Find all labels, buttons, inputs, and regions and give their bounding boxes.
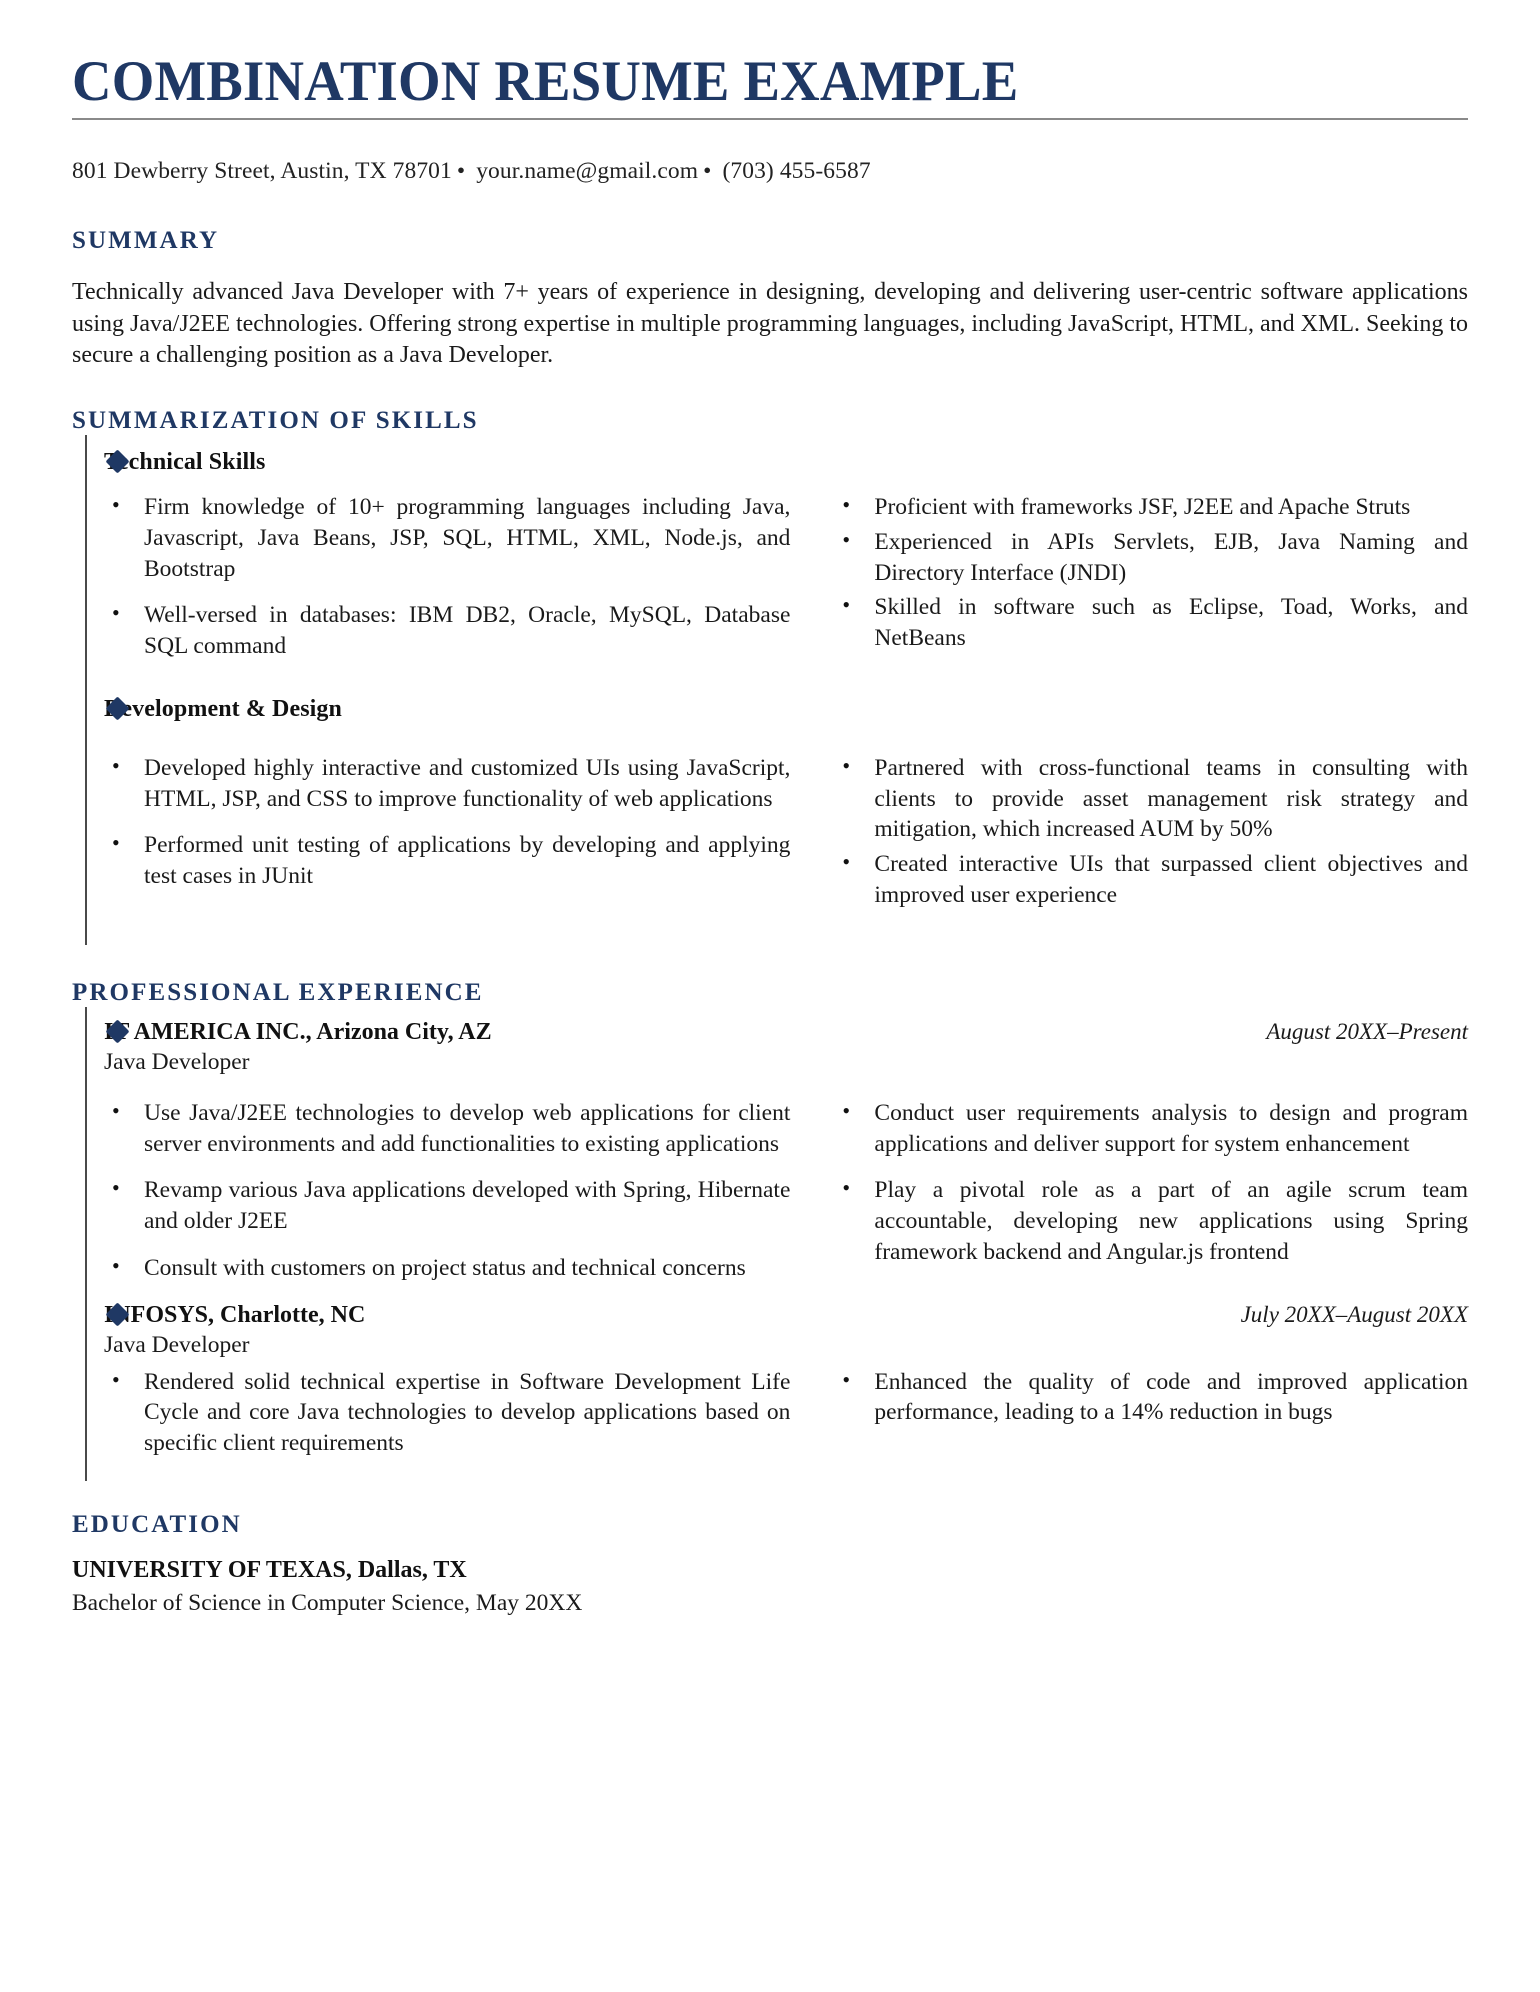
job-columns: Use Java/J2EE technologies to develop we…	[104, 1097, 1468, 1284]
education-school: UNIVERSITY OF TEXAS, Dallas, TX	[72, 1557, 467, 1584]
skills-left-column: Firm knowledge of 10+ programming langua…	[104, 491, 790, 662]
job-left-bullet-list: Rendered solid technical expertise in So…	[104, 1366, 790, 1459]
job-columns: Rendered solid technical expertise in So…	[104, 1366, 1468, 1459]
list-item: Consult with customers on project status…	[104, 1252, 790, 1284]
skills-left-column: Developed highly interactive and customi…	[104, 752, 790, 915]
experience-timeline: IT AMERICA INC., Arizona City, AZ August…	[72, 1006, 1468, 1482]
skills-left-bullet-list: Developed highly interactive and customi…	[104, 752, 790, 892]
job-role: Java Developer	[104, 1331, 250, 1358]
contact-phone[interactable]: (703) 455-6587	[722, 158, 870, 184]
contact-separator-2: •	[703, 158, 712, 185]
job-role: Java Developer	[104, 1048, 250, 1075]
list-item: Proficient with frameworks JSF, J2EE and…	[834, 491, 1468, 523]
section-heading-summary: SUMMARY	[72, 227, 220, 255]
skills-right-bullet-list: Proficient with frameworks JSF, J2EE and…	[834, 491, 1468, 654]
job-dates: July 20XX–August 20XX	[1240, 1301, 1468, 1327]
contact-separator-1: •	[456, 158, 466, 185]
skills-group-columns: Firm knowledge of 10+ programming langua…	[104, 491, 1468, 662]
skills-right-column: Proficient with frameworks JSF, J2EE and…	[834, 491, 1468, 662]
job-company: IT AMERICA INC., Arizona City, AZ	[104, 1018, 492, 1045]
list-item: Conduct user requirements analysis to de…	[834, 1097, 1468, 1160]
skills-right-bullet-list: Partnered with cross-functional teams in…	[834, 752, 1468, 911]
list-item: Performed unit testing of applications b…	[104, 829, 790, 892]
skills-left-bullet-list: Firm knowledge of 10+ programming langua…	[104, 491, 790, 662]
job-right-bullet-list: Conduct user requirements analysis to de…	[834, 1097, 1468, 1268]
job-right-column: Enhanced the quality of code and improve…	[834, 1366, 1468, 1459]
section-heading-experience: PROFESSIONAL EXPERIENCE	[72, 978, 484, 1006]
skills-timeline: Technical Skills Firm knowledge of 10+ p…	[72, 434, 1468, 945]
job-right-bullet-list: Enhanced the quality of code and improve…	[834, 1366, 1468, 1429]
job-company: INFOSYS, Charlotte, NC	[104, 1301, 366, 1328]
list-item: Experienced in APIs Servlets, EJB, Java …	[834, 526, 1468, 589]
list-item: Play a pivotal role as a part of an agil…	[834, 1174, 1468, 1267]
contact-line: 801 Dewberry Street, Austin, TX 78701 • y…	[72, 158, 1468, 185]
summary-paragraph: Technically advanced Java Developer with…	[72, 279, 1468, 368]
list-item: Firm knowledge of 10+ programming langua…	[104, 491, 790, 584]
list-item: Created interactive UIs that surpassed c…	[834, 848, 1468, 911]
contact-address: 801 Dewberry Street, Austin, TX 78701	[72, 158, 452, 185]
skills-group-columns: Developed highly interactive and customi…	[104, 752, 1468, 915]
job-left-column: Rendered solid technical expertise in So…	[104, 1366, 790, 1459]
job-right-column: Conduct user requirements analysis to de…	[834, 1097, 1468, 1284]
list-item: Well-versed in databases: IBM DB2, Oracl…	[104, 599, 790, 662]
page-title: COMBINATION RESUME EXAMPLE	[72, 50, 1019, 113]
education-degree: Bachelor of Science in Computer Science,…	[72, 1590, 583, 1617]
list-item: Skilled in software such as Eclipse, Toa…	[834, 591, 1468, 654]
skills-group-heading: Technical Skills	[104, 448, 266, 475]
list-item: Partnered with cross-functional teams in…	[834, 752, 1468, 845]
job-header-row: INFOSYS, Charlotte, NC July 20XX–August …	[104, 1302, 1468, 1329]
skills-group-heading: Development & Design	[104, 695, 342, 722]
job-dates: August 20XX–Present	[1266, 1018, 1468, 1044]
list-item: Developed highly interactive and customi…	[104, 752, 790, 815]
list-item: Use Java/J2EE technologies to develop we…	[104, 1097, 790, 1160]
section-heading-education: EDUCATION	[72, 1511, 242, 1539]
list-item: Enhanced the quality of code and improve…	[834, 1366, 1468, 1429]
title-divider	[72, 118, 1468, 121]
job-header-row: IT AMERICA INC., Arizona City, AZ August…	[104, 1019, 1468, 1046]
job-left-column: Use Java/J2EE technologies to develop we…	[104, 1097, 790, 1284]
resume-page: COMBINATION RESUME EXAMPLE 801 Dewberry …	[0, 0, 1540, 1992]
job-left-bullet-list: Use Java/J2EE technologies to develop we…	[104, 1097, 790, 1284]
list-item: Revamp various Java applications develop…	[104, 1174, 790, 1237]
contact-email[interactable]: your.name@gmail.com	[476, 158, 698, 184]
list-item: Rendered solid technical expertise in So…	[104, 1366, 790, 1459]
skills-right-column: Partnered with cross-functional teams in…	[834, 752, 1468, 915]
section-heading-skills: SUMMARIZATION OF SKILLS	[72, 406, 479, 434]
